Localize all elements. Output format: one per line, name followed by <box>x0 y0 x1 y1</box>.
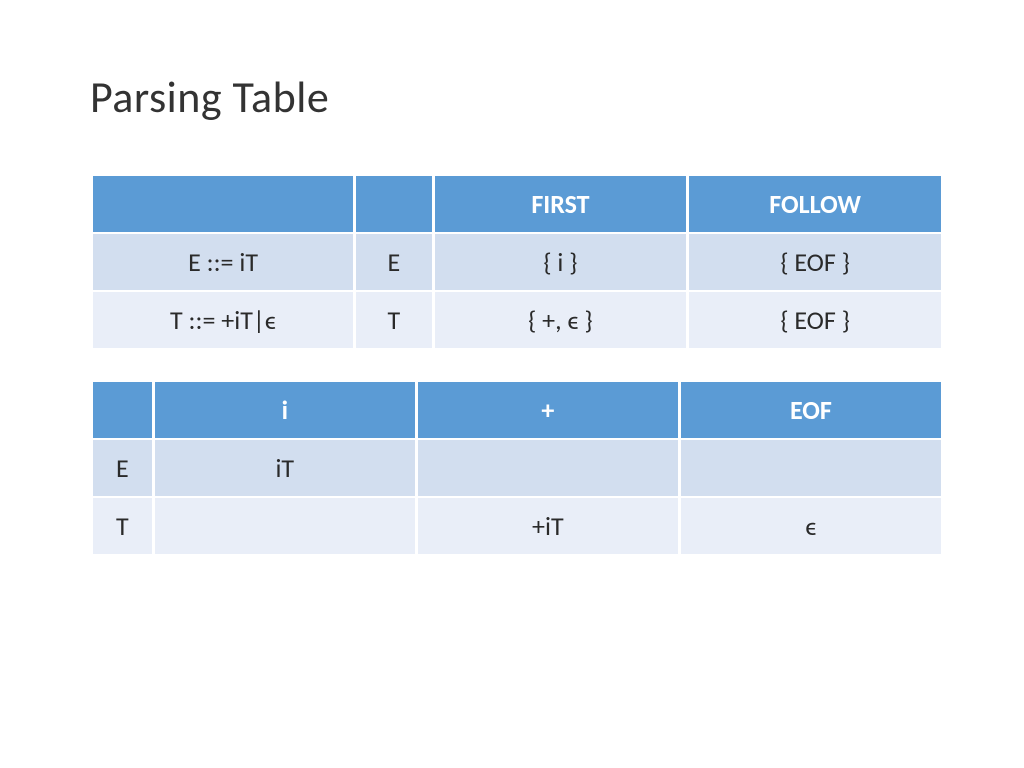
header-first: FIRST <box>435 176 687 232</box>
slide-title: Parsing Table <box>90 70 944 124</box>
cell-eof <box>681 440 941 496</box>
header-blank-2 <box>356 176 432 232</box>
cell-nt: T <box>93 498 152 554</box>
header-plus: + <box>418 382 678 438</box>
table-header-row: i + EOF <box>93 382 941 438</box>
cell-eof: ϵ <box>681 498 941 554</box>
table-header-row: FIRST FOLLOW <box>93 176 941 232</box>
first-follow-table: FIRST FOLLOW E ::= iT E { i } { EOF } T … <box>90 174 944 350</box>
header-i: i <box>155 382 415 438</box>
cell-nt: T <box>356 292 432 348</box>
header-follow: FOLLOW <box>689 176 941 232</box>
cell-grammar: T ::= +iT|ϵ <box>93 292 353 348</box>
cell-first: { +, ϵ } <box>435 292 687 348</box>
cell-nt: E <box>356 234 432 290</box>
cell-i: iT <box>155 440 415 496</box>
slide-container: Parsing Table FIRST FOLLOW E ::= iT E { … <box>0 0 1024 556</box>
table-row: E iT <box>93 440 941 496</box>
cell-grammar: E ::= iT <box>93 234 353 290</box>
header-eof: EOF <box>681 382 941 438</box>
header-blank <box>93 382 152 438</box>
table-row: T +iT ϵ <box>93 498 941 554</box>
cell-follow: { EOF } <box>689 292 941 348</box>
table-row: E ::= iT E { i } { EOF } <box>93 234 941 290</box>
cell-first: { i } <box>435 234 687 290</box>
parsing-table: i + EOF E iT T +iT ϵ <box>90 380 944 556</box>
cell-plus <box>418 440 678 496</box>
cell-plus: +iT <box>418 498 678 554</box>
cell-follow: { EOF } <box>689 234 941 290</box>
cell-i <box>155 498 415 554</box>
cell-nt: E <box>93 440 152 496</box>
header-blank-1 <box>93 176 353 232</box>
table-row: T ::= +iT|ϵ T { +, ϵ } { EOF } <box>93 292 941 348</box>
